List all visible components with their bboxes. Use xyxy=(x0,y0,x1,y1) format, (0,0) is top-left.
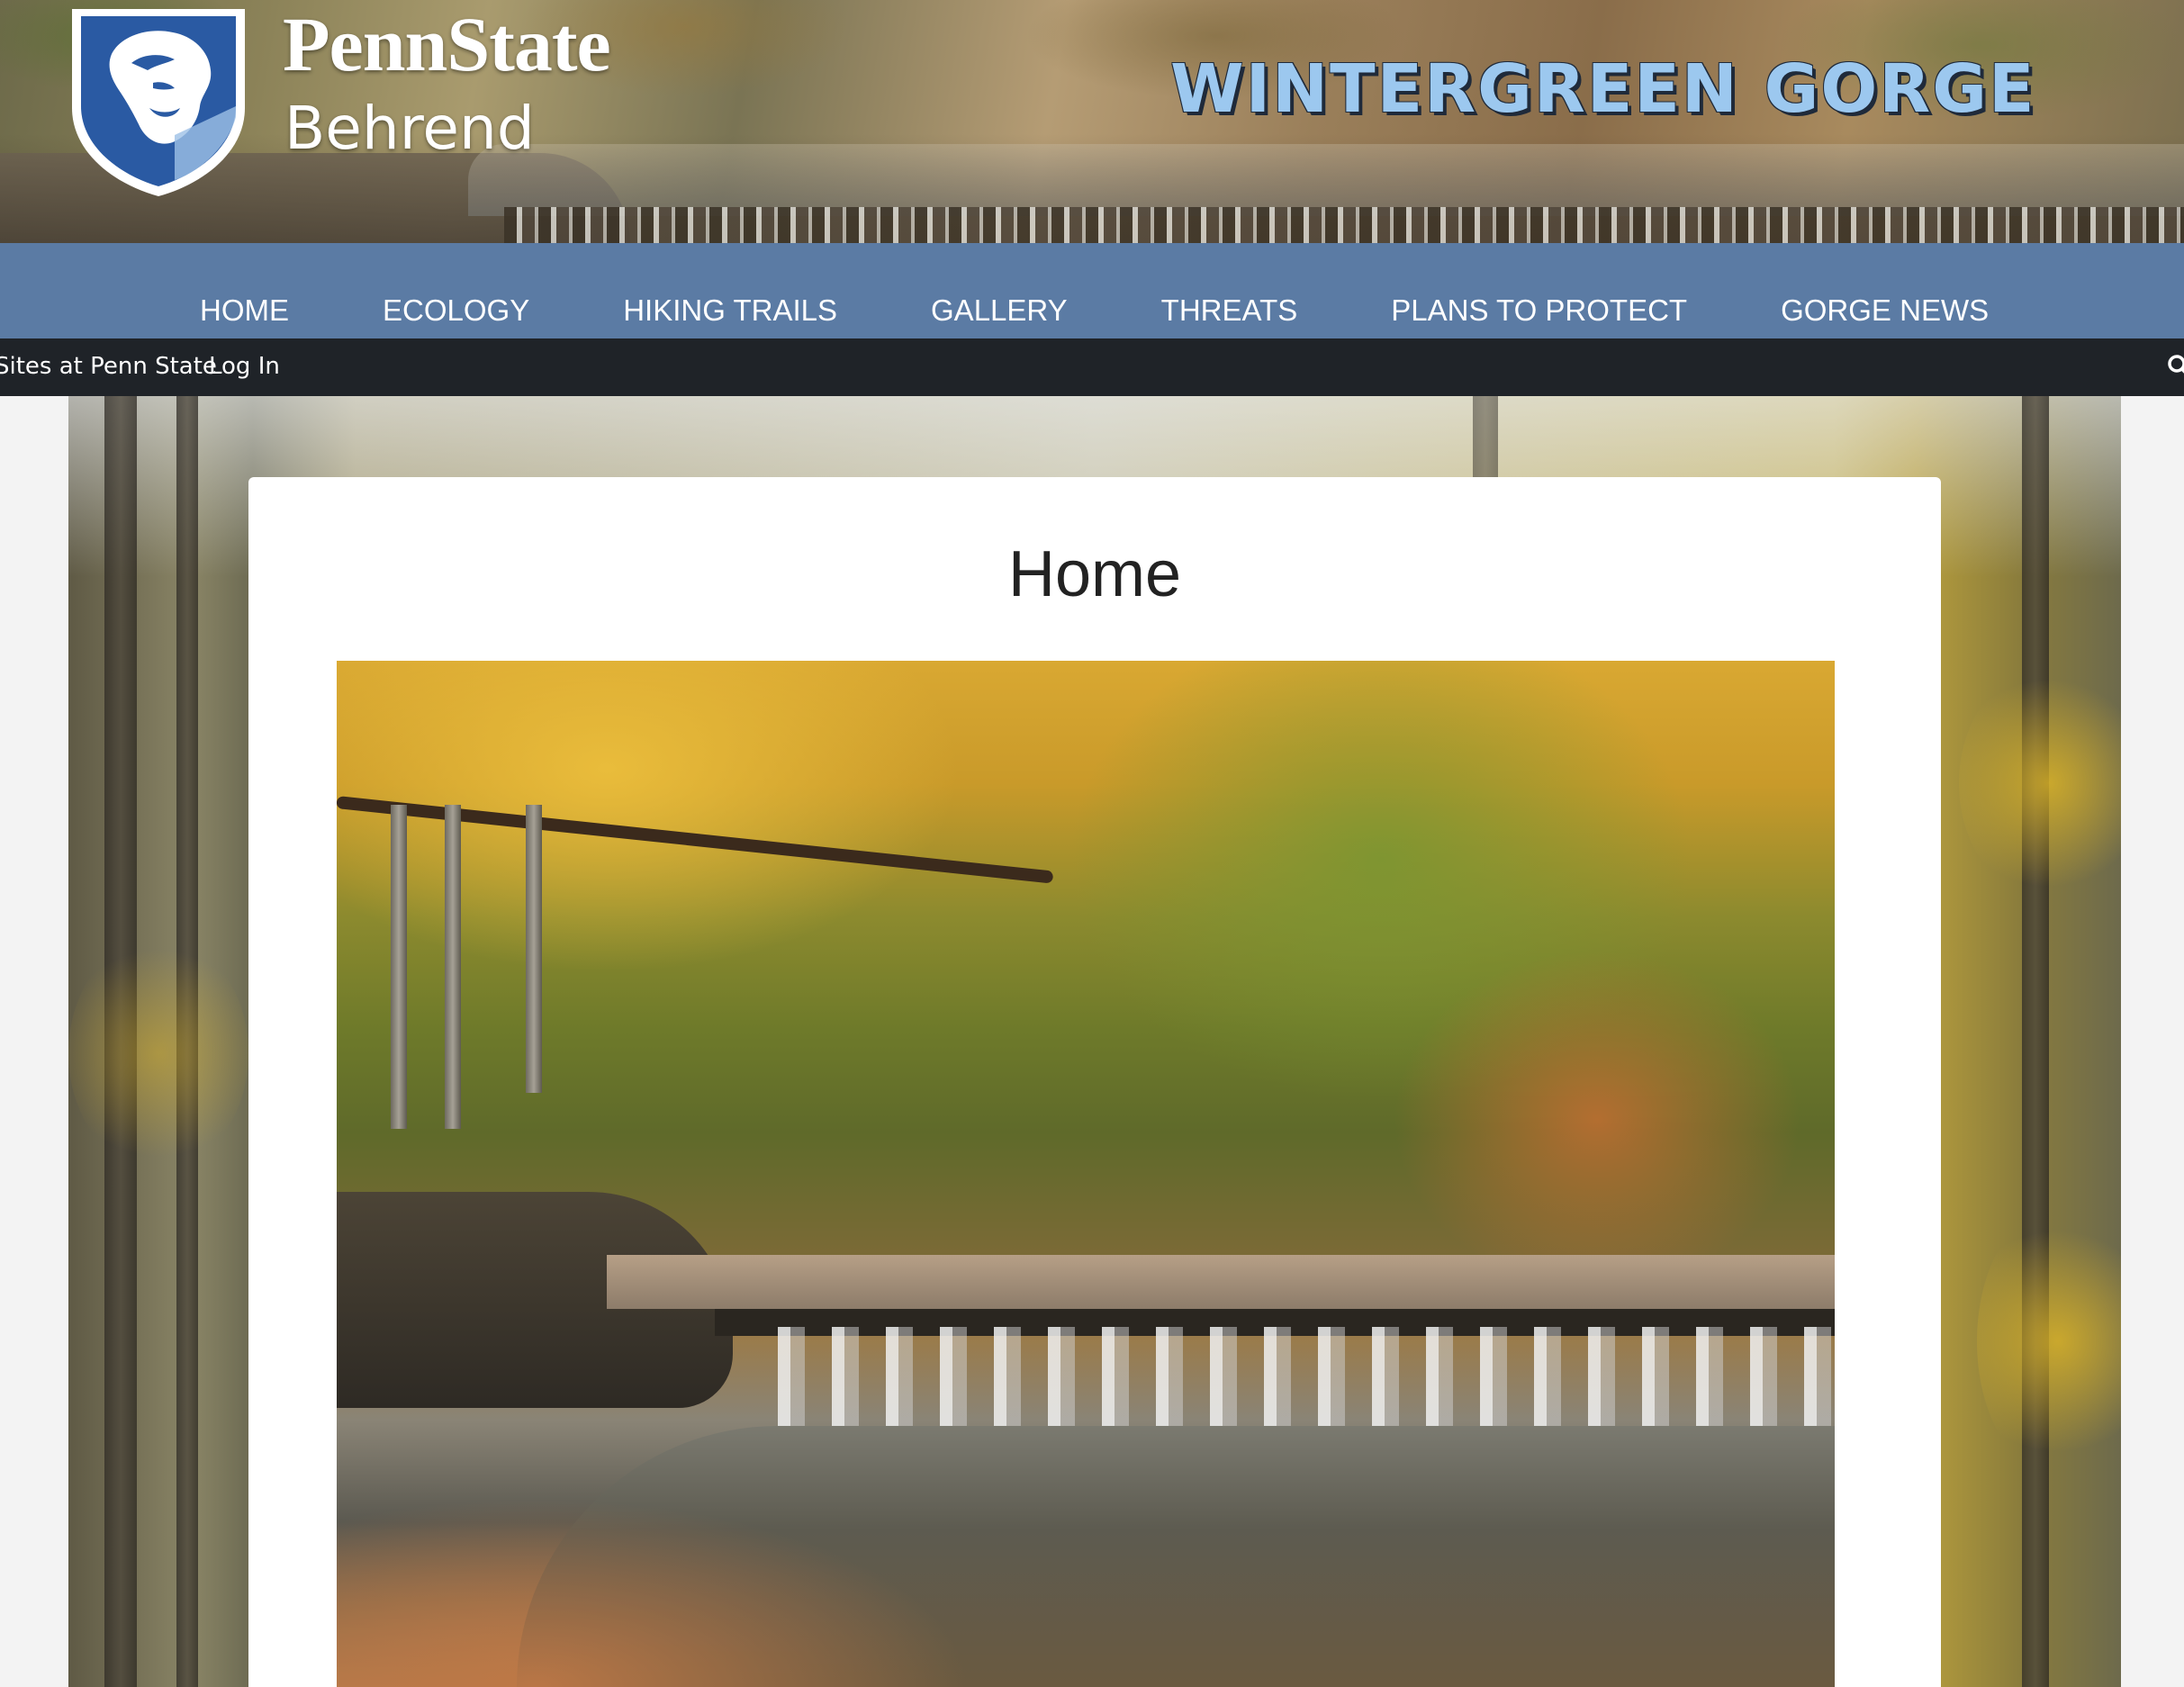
nav-item-home[interactable]: HOME xyxy=(200,295,289,325)
site-header: PennState Behrend WINTERGREEN GORGE xyxy=(0,0,2184,243)
header-falls xyxy=(504,207,2184,243)
photo-gravel-bar xyxy=(607,1255,1835,1309)
background-foliage xyxy=(1977,1206,2121,1476)
nav-item-gallery[interactable]: GALLERY xyxy=(931,295,1068,325)
log-in-link[interactable]: Log In xyxy=(209,355,280,378)
penn-state-shield-logo[interactable] xyxy=(67,0,250,200)
brand-subtitle[interactable]: Behrend xyxy=(284,99,535,158)
nav-item-plans-to-protect[interactable]: PLANS TO PROTECT xyxy=(1391,295,1687,325)
nav-item-threats[interactable]: THREATS xyxy=(1161,295,1298,325)
content-card: Home xyxy=(248,477,1941,1687)
photo-tree-trunk xyxy=(391,805,407,1129)
background-foliage xyxy=(68,936,248,1170)
header-creek xyxy=(468,144,2184,216)
search-icon[interactable] xyxy=(2166,353,2184,380)
sites-at-penn-state-link[interactable]: Sites at Penn State xyxy=(0,355,217,378)
nav-item-ecology[interactable]: ECOLOGY xyxy=(383,295,529,325)
photo-tree-trunk xyxy=(445,805,461,1129)
page-title: Home xyxy=(1007,538,1182,610)
nav-item-gorge-news[interactable]: GORGE NEWS xyxy=(1781,295,1989,325)
featured-waterfall-photo[interactable] xyxy=(337,661,1835,1687)
background-tree-trunk xyxy=(2022,396,2049,1687)
nav-item-hiking-trails[interactable]: HIKING TRAILS xyxy=(623,295,837,325)
background-foliage xyxy=(1959,666,2121,900)
main-navigation: HOME ECOLOGY HIKING TRAILS GALLERY THREA… xyxy=(0,243,2184,338)
site-title[interactable]: WINTERGREEN GORGE xyxy=(1170,56,2036,122)
main-nav-list: HOME ECOLOGY HIKING TRAILS GALLERY THREA… xyxy=(200,295,1989,325)
brand-name[interactable]: PennState xyxy=(283,5,611,83)
photo-tree-trunk xyxy=(526,805,542,1093)
photo-leaf-bank xyxy=(337,1399,1147,1687)
admin-bar: Sites at Penn State Log In xyxy=(0,338,2184,396)
